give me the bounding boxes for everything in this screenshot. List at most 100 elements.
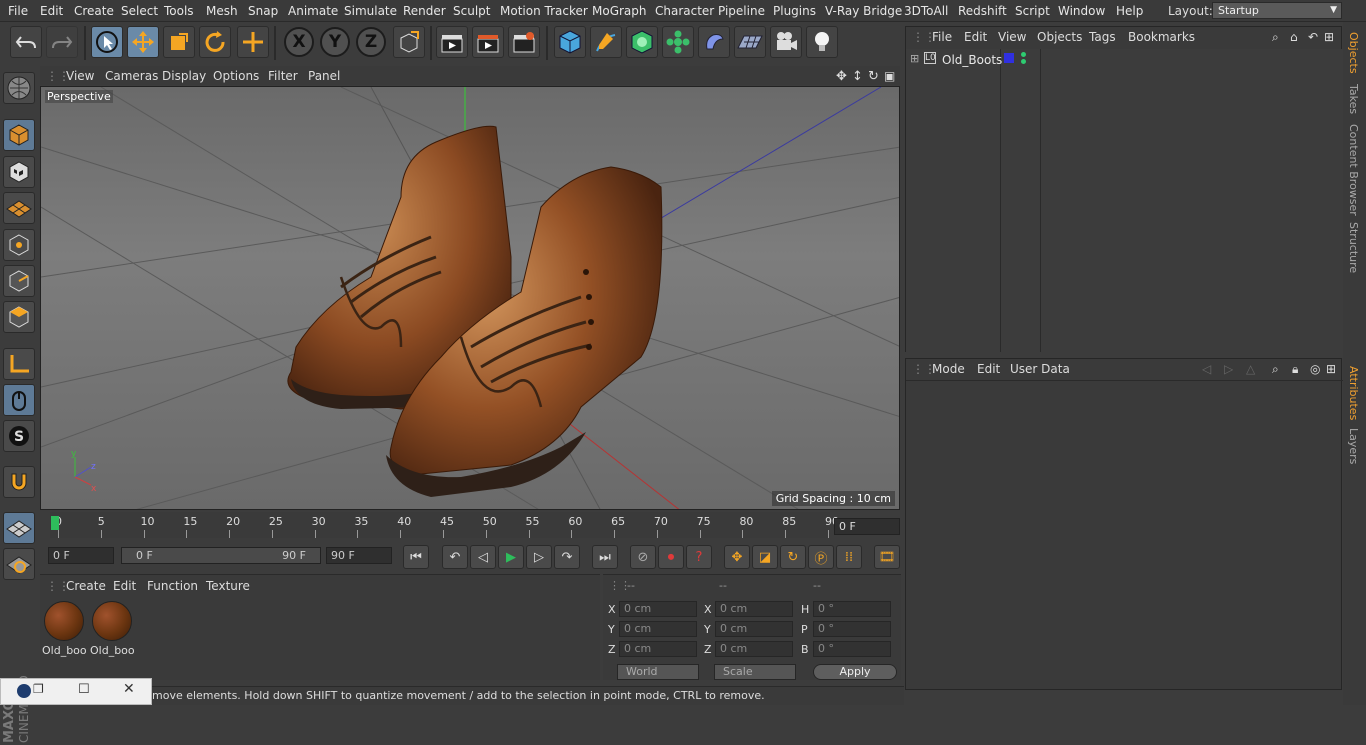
menu-animate[interactable]: Animate xyxy=(288,4,338,18)
viewport-camera-label[interactable]: Perspective xyxy=(45,90,113,103)
size-x-field[interactable]: 0 cm xyxy=(715,601,793,617)
object-menu-file[interactable]: File xyxy=(932,30,952,44)
planar-workplane-button[interactable] xyxy=(3,548,35,580)
light-object-button[interactable] xyxy=(806,26,838,58)
key-position-button[interactable]: ✥ xyxy=(724,545,750,569)
next-frame-button[interactable]: ▷ xyxy=(526,545,552,569)
scale-tool-button[interactable] xyxy=(163,26,195,58)
previous-frame-button[interactable]: ◁ xyxy=(470,545,496,569)
tab-layers[interactable]: Layers xyxy=(1347,428,1360,464)
redo-button[interactable] xyxy=(46,26,78,58)
render-picture-viewer-button[interactable] xyxy=(472,26,504,58)
solo-button[interactable]: S xyxy=(3,420,35,452)
object-row[interactable]: ⊞ L0 Old_Boots xyxy=(906,51,1343,69)
viewport-menu-view[interactable]: View xyxy=(66,69,94,83)
coordinate-space-dropdown[interactable]: World xyxy=(617,664,699,680)
undo-button[interactable] xyxy=(10,26,42,58)
coordinate-system-button[interactable] xyxy=(393,26,425,58)
new-panel-icon[interactable]: ⊞ xyxy=(1326,362,1336,376)
object-menu-bookmarks[interactable]: Bookmarks xyxy=(1128,30,1195,44)
key-rotation-button[interactable]: ↻ xyxy=(780,545,806,569)
end-frame-field[interactable]: 90 F xyxy=(326,547,392,564)
current-frame-field[interactable]: 0 F xyxy=(834,518,900,535)
object-menu-tags[interactable]: Tags xyxy=(1089,30,1116,44)
menu-edit[interactable]: Edit xyxy=(40,4,63,18)
menu-tools[interactable]: Tools xyxy=(164,4,194,18)
y-axis-lock-button[interactable]: Y xyxy=(320,27,350,57)
tweak-mode-button[interactable] xyxy=(3,384,35,416)
play-button[interactable]: ▶ xyxy=(498,545,524,569)
polygons-mode-button[interactable] xyxy=(3,301,35,333)
object-tree[interactable]: ⊞ L0 Old_Boots xyxy=(906,49,1343,352)
pos-z-field[interactable]: 0 cm xyxy=(619,641,697,657)
transform-tool-button[interactable] xyxy=(237,26,269,58)
move-tool-button[interactable] xyxy=(127,26,159,58)
z-axis-lock-button[interactable]: Z xyxy=(356,27,386,57)
render-view-button[interactable] xyxy=(436,26,468,58)
restore-icon[interactable]: ❐ xyxy=(33,682,44,696)
menu-select[interactable]: Select xyxy=(121,4,158,18)
keyframe-selection-button[interactable]: ? xyxy=(686,545,712,569)
key-parameter-button[interactable]: Ⓟ xyxy=(808,545,834,569)
lock-icon[interactable]: 🔒︎ xyxy=(1292,362,1298,377)
edges-mode-button[interactable] xyxy=(3,265,35,297)
menu-plugins[interactable]: Plugins xyxy=(773,4,816,18)
workplane-lock-button[interactable] xyxy=(3,512,35,544)
layer-color-swatch[interactable] xyxy=(1004,53,1014,63)
menu-character[interactable]: Character xyxy=(655,4,714,18)
menu-mesh[interactable]: Mesh xyxy=(206,4,238,18)
start-frame-field[interactable]: 0 F xyxy=(48,547,114,564)
new-panel-icon[interactable]: ⊞ xyxy=(1324,30,1334,44)
viewport-move-icon[interactable]: ✥ xyxy=(836,69,847,84)
menu-script[interactable]: Script xyxy=(1015,4,1050,18)
menu-snap[interactable]: Snap xyxy=(248,4,278,18)
pen-spline-button[interactable] xyxy=(590,26,622,58)
tab-objects[interactable]: Objects xyxy=(1347,32,1360,74)
size-mode-dropdown[interactable]: Scale xyxy=(714,664,796,680)
viewport-menu-cameras[interactable]: Cameras xyxy=(105,69,158,83)
floor-object-button[interactable] xyxy=(734,26,766,58)
size-y-field[interactable]: 0 cm xyxy=(715,621,793,637)
size-z-field[interactable]: 0 cm xyxy=(715,641,793,657)
preview-range-slider[interactable]: 0 F 90 F xyxy=(121,547,321,564)
deformer-button[interactable] xyxy=(698,26,730,58)
menu-sculpt[interactable]: Sculpt xyxy=(453,4,490,18)
object-menu-objects[interactable]: Objects xyxy=(1037,30,1082,44)
viewport-menu-filter[interactable]: Filter xyxy=(268,69,298,83)
back-icon[interactable]: ↶ xyxy=(1308,30,1318,44)
render-visibility-dot[interactable] xyxy=(1021,59,1026,64)
model-mode-button[interactable] xyxy=(3,119,35,151)
tab-takes[interactable]: Takes xyxy=(1347,84,1360,114)
material-menu-function[interactable]: Function xyxy=(147,579,198,593)
search-icon[interactable]: ⌕ xyxy=(1272,30,1279,45)
previous-key-button[interactable]: ↶ xyxy=(442,545,468,569)
search-icon[interactable]: ⌕ xyxy=(1272,362,1279,377)
rot-h-field[interactable]: 0 ° xyxy=(813,601,891,617)
menu-window[interactable]: Window xyxy=(1058,4,1105,18)
object-menu-edit[interactable]: Edit xyxy=(964,30,987,44)
material-swatch[interactable]: Old_boo xyxy=(42,599,86,657)
tab-attributes[interactable]: Attributes xyxy=(1347,366,1360,420)
go-to-start-button[interactable]: ⏮ xyxy=(403,545,429,569)
cloner-button[interactable] xyxy=(662,26,694,58)
menu-file[interactable]: File xyxy=(8,4,28,18)
go-to-end-button[interactable]: ⏭ xyxy=(592,545,618,569)
key-scale-button[interactable]: ◪ xyxy=(752,545,778,569)
object-name[interactable]: Old_Boots xyxy=(942,53,1002,67)
menu-3dtoall[interactable]: 3DToAll xyxy=(904,4,948,18)
live-selection-button[interactable] xyxy=(91,26,123,58)
record-active-button[interactable]: ⊘ xyxy=(630,545,656,569)
cube-object-button[interactable] xyxy=(554,26,586,58)
menu-render[interactable]: Render xyxy=(403,4,446,18)
playhead-marker[interactable] xyxy=(51,516,59,530)
workplane-button[interactable] xyxy=(3,192,35,224)
editor-visibility-dot[interactable] xyxy=(1021,52,1026,57)
material-menu-texture[interactable]: Texture xyxy=(206,579,250,593)
pos-x-field[interactable]: 0 cm xyxy=(619,601,697,617)
perspective-viewport[interactable]: y z x Perspective Grid Spacing : 10 cm xyxy=(40,86,900,510)
timeline-scale[interactable]: 051015202530354045505560657075808590 xyxy=(50,512,839,538)
apply-button[interactable]: Apply xyxy=(813,664,897,680)
attribute-menu-mode[interactable]: Mode xyxy=(932,362,965,376)
expand-icon[interactable]: ⊞ xyxy=(910,52,919,65)
rot-p-field[interactable]: 0 ° xyxy=(813,621,891,637)
